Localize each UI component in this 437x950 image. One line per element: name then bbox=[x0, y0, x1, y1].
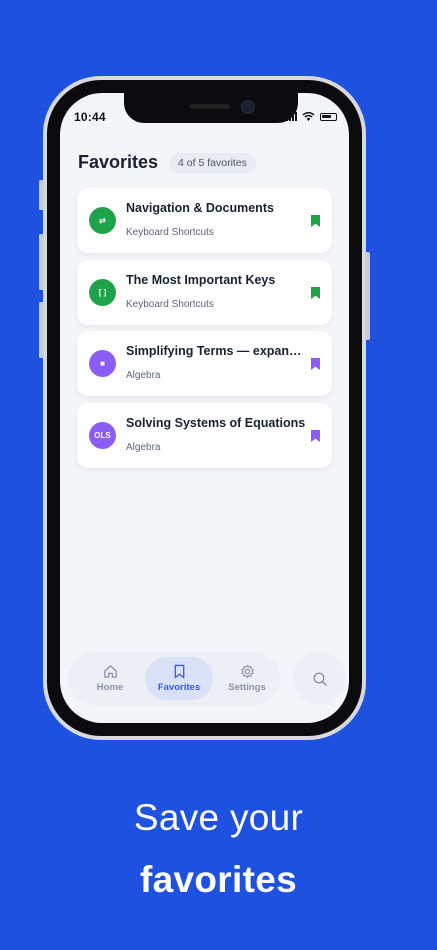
favorite-title: Solving Systems of Equations bbox=[126, 416, 306, 430]
brackets-icon: [ ] bbox=[89, 279, 116, 306]
home-icon bbox=[103, 665, 117, 678]
favorite-category: Keyboard Shortcuts bbox=[126, 299, 214, 310]
tab-home[interactable]: Home bbox=[76, 657, 144, 700]
favorites-count-badge: 4 of 5 favorites bbox=[169, 152, 256, 173]
caption-line-2: favorites bbox=[140, 859, 297, 900]
page-header: Favorites 4 of 5 favorites bbox=[78, 152, 256, 173]
caption-line-1: Save your bbox=[133, 797, 304, 838]
favorite-card-navigation-documents[interactable]: ⇄ Navigation & Documents Keyboard Shortc… bbox=[77, 188, 332, 253]
volume-up-button bbox=[39, 234, 44, 290]
favorite-category: Algebra bbox=[126, 442, 161, 453]
status-time: 10:44 bbox=[74, 110, 106, 124]
bookmark-icon[interactable] bbox=[311, 287, 320, 299]
favorite-category: Algebra bbox=[126, 370, 161, 381]
favorite-card-simplifying-terms[interactable]: ■ Simplifying Terms — expanding Algebra bbox=[77, 331, 332, 396]
page-title: Favorites bbox=[78, 152, 159, 172]
search-icon bbox=[312, 671, 327, 686]
square-icon: ■ bbox=[89, 350, 116, 377]
tab-bar: Home Favorites Settings bbox=[68, 652, 280, 705]
shortcut-icon: ⇄ bbox=[89, 207, 116, 234]
tab-home-label: Home bbox=[96, 682, 124, 693]
wifi-icon bbox=[302, 112, 315, 121]
mute-switch bbox=[39, 180, 44, 210]
favorite-title: The Most Important Keys bbox=[126, 273, 276, 287]
tab-favorites-label: Favorites bbox=[157, 682, 201, 693]
tab-settings[interactable]: Settings bbox=[213, 657, 281, 700]
volume-down-button bbox=[39, 302, 44, 358]
tab-favorites[interactable]: Favorites bbox=[145, 657, 213, 700]
phone-frame: 10:44 Favorites 4 of 5 favorites ⇄ Navig… bbox=[39, 76, 370, 740]
favorite-card-solving-systems[interactable]: OLS Solving Systems of Equations Algebra bbox=[77, 403, 332, 468]
ols-icon: OLS bbox=[89, 422, 116, 449]
tab-settings-label: Settings bbox=[228, 682, 266, 693]
bookmark-icon[interactable] bbox=[311, 215, 320, 227]
power-button bbox=[365, 252, 370, 340]
bookmark-icon bbox=[174, 664, 184, 679]
speaker bbox=[190, 104, 230, 109]
bookmark-icon[interactable] bbox=[311, 430, 320, 442]
status-icons bbox=[286, 112, 337, 121]
gear-icon bbox=[240, 664, 254, 678]
favorite-title: Navigation & Documents bbox=[126, 201, 274, 215]
camera bbox=[241, 100, 255, 114]
app-screen: 10:44 Favorites 4 of 5 favorites ⇄ Navig… bbox=[60, 93, 349, 723]
phone-bezel: 10:44 Favorites 4 of 5 favorites ⇄ Navig… bbox=[47, 80, 362, 736]
favorite-title: Simplifying Terms — expanding bbox=[126, 344, 306, 358]
favorite-card-important-keys[interactable]: [ ] The Most Important Keys Keyboard Sho… bbox=[77, 260, 332, 325]
signal-icon bbox=[286, 112, 297, 121]
search-button[interactable] bbox=[293, 652, 346, 705]
bookmark-icon[interactable] bbox=[311, 358, 320, 370]
battery-icon bbox=[320, 112, 337, 121]
notch bbox=[124, 93, 298, 123]
favorite-category: Keyboard Shortcuts bbox=[126, 227, 214, 238]
